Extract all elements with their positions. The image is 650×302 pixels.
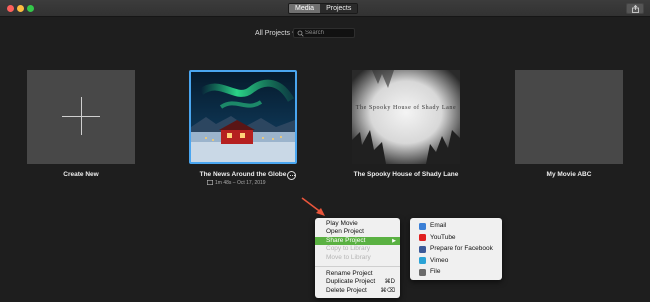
file-icon	[419, 268, 426, 276]
create-new-tile[interactable]	[27, 70, 135, 164]
menu-item-copy-to-library: Copy to Library	[315, 245, 400, 253]
share-item-label: Vimeo	[430, 256, 449, 264]
menu-item-label: Move to Library	[326, 253, 371, 261]
share-item-label: Email	[430, 222, 447, 229]
menu-item-label: Play Movie	[326, 220, 358, 227]
shortcut-label: ⌘D	[384, 279, 395, 286]
minimize-window-button[interactable]	[17, 5, 24, 12]
search-field[interactable]	[293, 28, 355, 38]
project-title-abc: My Movie ABC	[546, 171, 592, 178]
share-icon	[632, 5, 639, 13]
share-item-facebook[interactable]: Prepare for Facebook	[410, 243, 502, 255]
close-window-button[interactable]	[7, 5, 14, 12]
share-item-label: File	[430, 268, 441, 276]
spooky-thumbnail-title: The Spooky House of Shady Lane	[355, 105, 457, 111]
share-item-label: YouTube	[430, 233, 456, 241]
project-context-menu: Play Movie Open Project Share Project ▶ C…	[315, 218, 400, 298]
share-button[interactable]	[626, 3, 644, 14]
project-title-spooky: The Spooky House of Shady Lane	[353, 171, 459, 178]
youtube-icon	[419, 234, 426, 242]
menu-item-label: Copy to Library	[326, 245, 371, 253]
vimeo-icon	[419, 257, 426, 265]
shortcut-label: ⌘⌫	[380, 287, 395, 294]
zoom-window-button[interactable]	[27, 5, 34, 12]
project-title-news: The News Around the Globe	[199, 171, 287, 178]
title-bar: Media Projects	[0, 0, 650, 17]
menu-item-delete-project[interactable]: Delete Project ⌘⌫	[315, 287, 400, 295]
tab-media[interactable]: Media	[289, 4, 321, 13]
share-item-email[interactable]: Email	[410, 220, 502, 232]
create-new-label: Create New	[63, 171, 99, 178]
submenu-arrow-icon: ▶	[392, 237, 396, 244]
project-meta-news: 1m 48s – Oct 17, 2019	[215, 180, 266, 186]
more-options-button[interactable]	[287, 171, 296, 180]
search-icon	[297, 30, 304, 37]
menu-item-duplicate-project[interactable]: Duplicate Project ⌘D	[315, 278, 400, 286]
menu-item-label: Open Project	[326, 228, 364, 236]
tab-projects[interactable]: Projects	[320, 4, 358, 13]
more-dot	[289, 175, 291, 176]
menu-separator	[315, 265, 400, 267]
email-icon	[419, 222, 426, 230]
menu-item-move-to-library: Move to Library	[315, 254, 400, 262]
aurora-cabin-thumbnail	[191, 72, 295, 162]
film-icon	[207, 180, 213, 185]
more-dot	[293, 175, 295, 176]
spooky-thumbnail-bg	[352, 70, 460, 164]
menu-item-play-movie[interactable]: Play Movie	[315, 220, 400, 228]
menu-item-open-project[interactable]: Open Project	[315, 228, 400, 236]
menu-item-share-project[interactable]: Share Project ▶	[315, 236, 400, 246]
menu-item-label: Rename Project	[326, 269, 373, 277]
annotation-arrow	[301, 197, 325, 216]
more-dot	[291, 175, 293, 176]
project-thumbnail-news[interactable]	[189, 70, 297, 164]
share-item-label: Prepare for Facebook	[430, 245, 493, 253]
project-thumbnail-abc[interactable]	[515, 70, 623, 164]
share-item-file[interactable]: File	[410, 266, 502, 278]
menu-item-label: Share Project	[326, 236, 366, 244]
facebook-icon	[419, 245, 426, 253]
share-item-youtube[interactable]: YouTube	[410, 232, 502, 244]
menu-item-label: Delete Project	[326, 286, 367, 294]
filter-label: All Projects	[255, 30, 291, 37]
share-submenu: Email YouTube Prepare for Facebook Vimeo…	[410, 218, 502, 280]
view-switcher: Media Projects	[288, 3, 359, 14]
menu-item-rename-project[interactable]: Rename Project	[315, 270, 400, 278]
menu-item-label: Duplicate Project	[326, 278, 376, 286]
share-item-vimeo[interactable]: Vimeo	[410, 255, 502, 267]
project-thumbnail-spooky[interactable]: The Spooky House of Shady Lane	[352, 70, 460, 164]
plus-icon-vertical	[81, 97, 82, 135]
search-input[interactable]	[305, 29, 353, 37]
